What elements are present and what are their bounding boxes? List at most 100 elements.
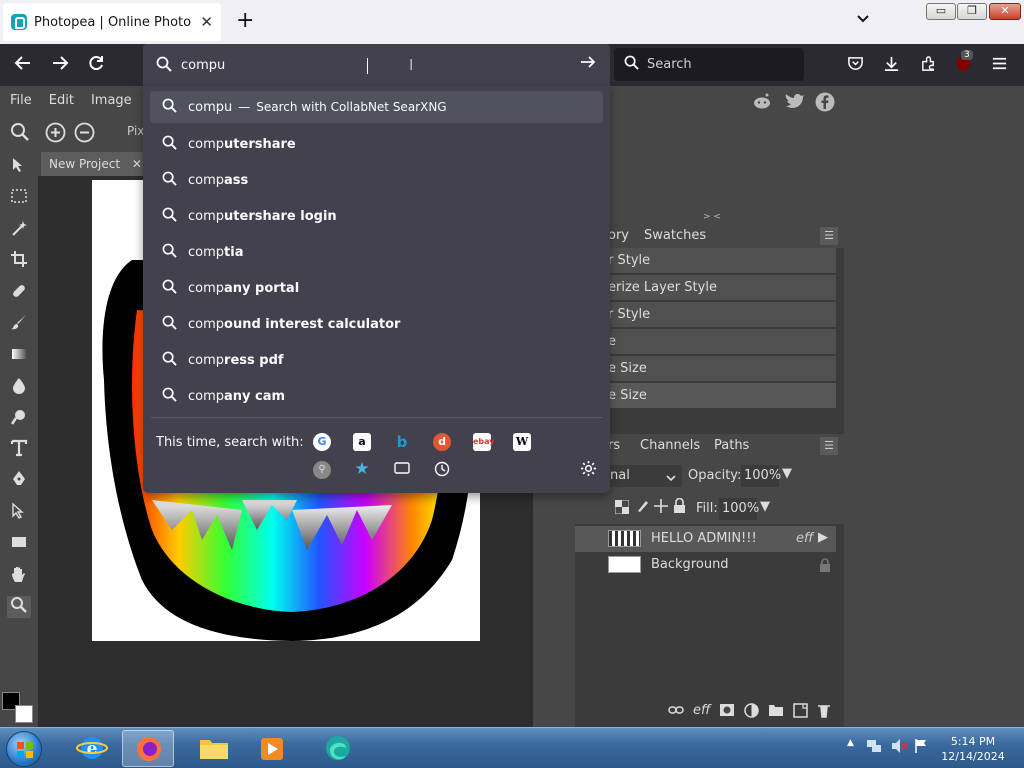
move-tool-icon[interactable] <box>7 156 31 178</box>
healing-brush-tool-icon[interactable] <box>7 282 31 304</box>
gear-icon[interactable] <box>580 460 597 481</box>
crop-tool-icon[interactable] <box>7 250 31 272</box>
history-item[interactable]: erize Layer Style <box>575 275 836 301</box>
zoom-in-icon[interactable] <box>45 122 66 148</box>
facebook-icon[interactable] <box>815 92 835 116</box>
taskbar-firefox[interactable] <box>122 730 174 767</box>
tray-expand-icon[interactable]: ▲ <box>847 738 854 748</box>
pixel-option-label[interactable]: Pix <box>127 124 144 138</box>
brush-tool-icon[interactable] <box>7 313 31 335</box>
zoom-out-icon[interactable] <box>74 122 95 148</box>
lock-all-icon[interactable] <box>673 497 686 517</box>
pocket-icon[interactable] <box>847 55 864 76</box>
blur-tool-icon[interactable] <box>7 376 31 398</box>
document-tab[interactable]: New Project ✕ <box>41 152 151 176</box>
browser-tab-photopea[interactable]: Photopea | Online Photo Editor ✕ <box>3 3 221 41</box>
delete-layer-icon[interactable] <box>817 703 831 722</box>
search-bar[interactable] <box>614 48 804 81</box>
layer-effects-badge[interactable]: eff <box>796 531 813 546</box>
layer-row-selected[interactable]: HELLO ADMIN!!! eff ▶ <box>575 526 836 552</box>
layer-mask-icon[interactable] <box>719 703 735 722</box>
blend-mode-select[interactable]: nal <box>608 465 682 487</box>
system-clock[interactable]: 5:14 PM 12/14/2024 <box>933 734 1013 764</box>
searxng-engine-icon[interactable]: ⚲ <box>313 461 331 479</box>
start-button[interactable] <box>6 731 42 767</box>
hamburger-menu-icon[interactable] <box>991 55 1008 76</box>
bookmarks-star-icon[interactable]: ★ <box>353 460 371 478</box>
new-group-icon[interactable] <box>768 703 784 722</box>
tab-history[interactable]: ory <box>608 228 629 243</box>
tab-paths[interactable]: Paths <box>714 438 749 453</box>
new-tab-button[interactable]: + <box>236 10 254 32</box>
search-with-engine-row[interactable]: compu — Search with CollabNet SearXNG <box>150 91 603 123</box>
rectangle-tool-icon[interactable] <box>7 533 31 555</box>
magic-wand-tool-icon[interactable] <box>7 219 31 241</box>
taskbar-media-player[interactable] <box>246 730 298 767</box>
link-layers-icon[interactable] <box>668 703 684 722</box>
opacity-field[interactable]: 100% <box>741 465 781 487</box>
suggestion-item[interactable]: comp ress pdf <box>150 344 603 376</box>
back-icon[interactable] <box>14 54 32 77</box>
tabs-icon[interactable] <box>393 461 411 479</box>
taskbar-file-explorer[interactable] <box>188 730 240 767</box>
background-color-swatch[interactable] <box>15 705 33 723</box>
download-icon[interactable] <box>883 55 900 76</box>
wikipedia-engine-icon[interactable]: W <box>513 433 531 451</box>
network-icon[interactable] <box>866 738 882 758</box>
panel-collapse-handle[interactable]: > < <box>703 212 721 222</box>
reload-icon[interactable] <box>87 54 105 77</box>
hand-tool-icon[interactable] <box>7 565 31 587</box>
search-input[interactable] <box>647 57 787 72</box>
suggestion-item[interactable]: comp utershare <box>150 128 603 160</box>
history-item[interactable]: e <box>575 329 836 355</box>
history-item[interactable]: r Style <box>575 302 836 328</box>
duckduckgo-engine-icon[interactable]: d <box>433 433 451 451</box>
fill-dropdown-icon[interactable]: ▼ <box>760 499 770 514</box>
menu-file[interactable]: File <box>10 93 32 108</box>
suggestion-item[interactable]: comp utershare login <box>150 200 603 232</box>
path-select-tool-icon[interactable] <box>7 502 31 524</box>
go-arrow-icon[interactable] <box>579 53 597 76</box>
layer-style-icon[interactable]: eff <box>693 703 710 722</box>
menu-edit[interactable]: Edit <box>49 93 74 108</box>
window-minimize-button[interactable]: ▭ <box>926 3 956 20</box>
layer-row[interactable]: Background <box>575 552 836 578</box>
dodge-tool-icon[interactable] <box>7 408 31 430</box>
text-tool-icon[interactable] <box>7 439 31 461</box>
tab-channels[interactable]: Channels <box>640 438 700 453</box>
taskbar-edge[interactable] <box>312 730 364 767</box>
history-clock-icon[interactable] <box>433 461 451 479</box>
amazon-engine-icon[interactable]: a <box>353 433 371 451</box>
zoom-icon[interactable] <box>10 122 30 147</box>
lock-position-icon[interactable] <box>654 499 668 517</box>
suggestion-item[interactable]: comp tia <box>150 236 603 268</box>
suggestion-item[interactable]: comp any portal <box>150 272 603 304</box>
url-input[interactable] <box>181 54 561 76</box>
expand-effects-icon[interactable]: ▶ <box>818 530 828 545</box>
marquee-tool-icon[interactable] <box>7 187 31 209</box>
adjustment-layer-icon[interactable] <box>744 703 760 722</box>
lock-pixels-icon[interactable] <box>636 499 650 517</box>
window-maximize-button[interactable]: ❐ <box>957 3 987 20</box>
google-engine-icon[interactable]: G <box>313 433 331 451</box>
tab-swatches[interactable]: Swatches <box>644 228 706 243</box>
new-layer-icon[interactable] <box>793 703 809 722</box>
fill-field[interactable]: 100% <box>719 498 759 520</box>
volume-muted-icon[interactable] <box>890 738 908 758</box>
menu-image[interactable]: Image <box>91 93 132 108</box>
action-center-flag-icon[interactable] <box>914 738 928 758</box>
bing-engine-icon[interactable]: b <box>393 433 411 451</box>
url-bar[interactable]: I <box>143 44 610 86</box>
history-item[interactable]: e Size <box>575 356 836 382</box>
history-panel-menu-icon[interactable]: ☰ <box>820 227 838 245</box>
gradient-tool-icon[interactable] <box>7 345 31 367</box>
history-item-current[interactable]: e Size <box>575 383 836 409</box>
suggestion-item[interactable]: comp any cam <box>150 380 603 412</box>
list-all-tabs-chevron-icon[interactable] <box>856 12 870 28</box>
tab-close-button[interactable]: ✕ <box>200 13 213 31</box>
window-close-button[interactable]: ✕ <box>989 3 1021 20</box>
forward-icon[interactable] <box>51 54 69 77</box>
taskbar-internet-explorer[interactable]: e <box>66 730 118 767</box>
ebay-engine-icon[interactable]: ebay <box>473 433 495 451</box>
lock-transparency-icon[interactable] <box>614 499 630 518</box>
